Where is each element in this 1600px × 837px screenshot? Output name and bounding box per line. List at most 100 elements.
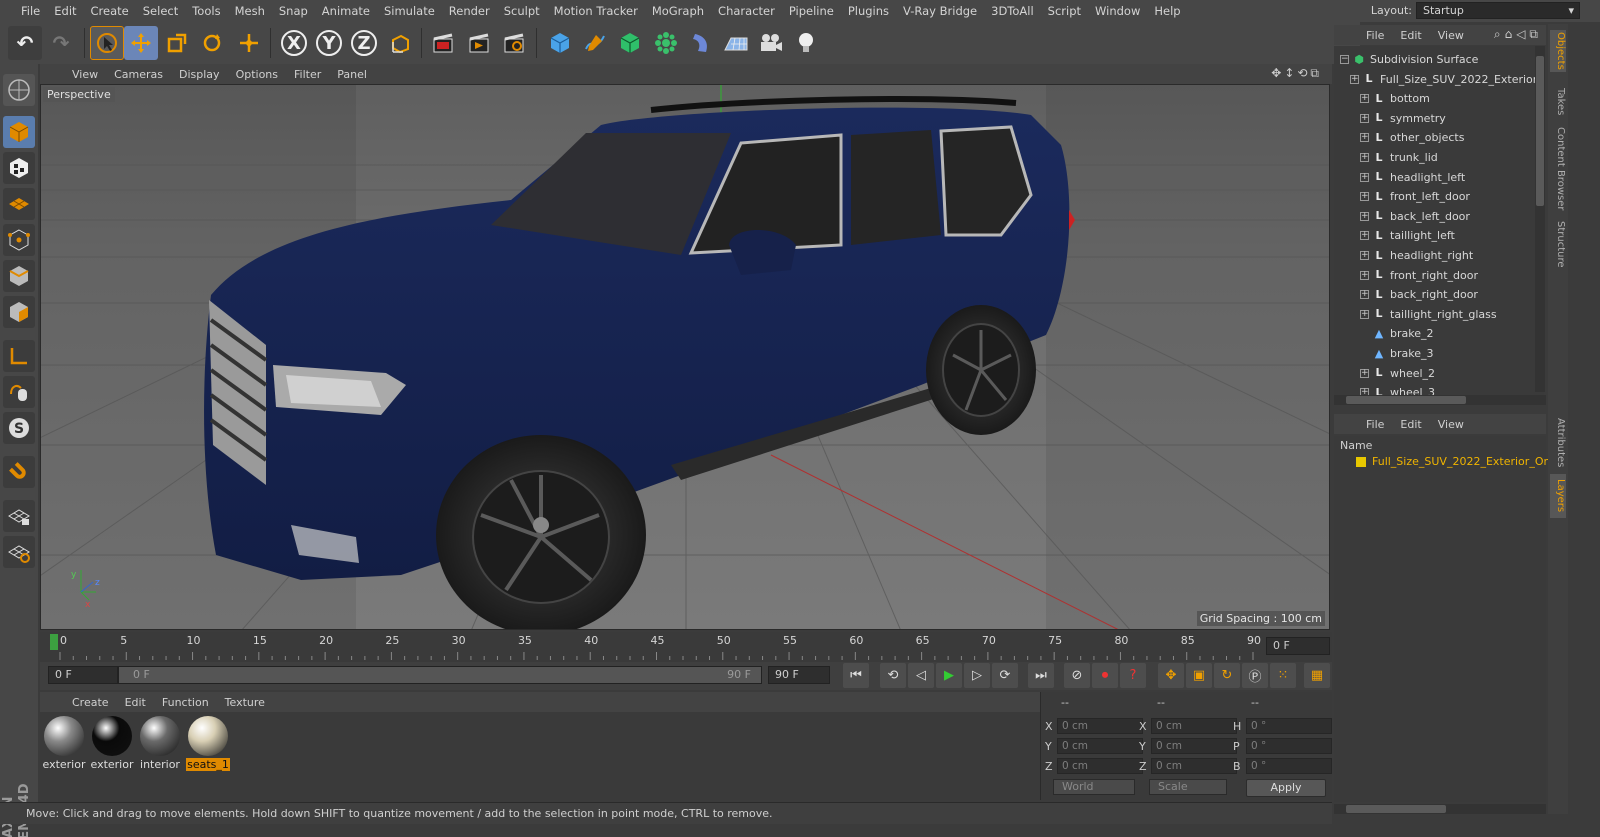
material-swatch[interactable]: seats_1 bbox=[186, 714, 230, 772]
camera-icon[interactable] bbox=[754, 26, 788, 60]
start-frame-field[interactable]: 0 F bbox=[48, 666, 118, 684]
object-tree-item[interactable]: + Ltaillight_left bbox=[1360, 226, 1455, 245]
locked-workplane-icon[interactable] bbox=[3, 500, 35, 532]
coordinate-system-icon[interactable] bbox=[383, 26, 417, 60]
coordinate-mode-dropdown[interactable]: World bbox=[1053, 779, 1135, 795]
material-swatch[interactable]: exterior bbox=[90, 714, 134, 772]
rotate-icon[interactable] bbox=[195, 26, 229, 60]
timeline[interactable]: 0 5 10 15 20 25 30 35 40 45 50 55 60 65 70 75 80 85 90 0 F bbox=[40, 632, 1332, 662]
coordinate-size-mode-dropdown[interactable]: Scale bbox=[1149, 779, 1227, 795]
coord-value-field[interactable]: 0 cm bbox=[1151, 758, 1237, 774]
render-view-icon[interactable] bbox=[426, 26, 460, 60]
tweak-mode-icon[interactable] bbox=[3, 376, 35, 408]
render-to-picture-viewer-icon[interactable] bbox=[462, 26, 496, 60]
tab-content-browser[interactable]: Content Browser bbox=[1550, 126, 1566, 212]
menu-v-ray-bridge[interactable]: V-Ray Bridge bbox=[896, 4, 984, 18]
frame-range-slider[interactable]: 0 F 90 F bbox=[118, 666, 762, 684]
key-rotation-icon[interactable]: ↻ bbox=[1214, 663, 1240, 688]
menu-file[interactable]: File bbox=[14, 4, 47, 18]
points-mode-icon[interactable] bbox=[3, 224, 35, 256]
coord-value-field[interactable]: 0 cm bbox=[1057, 758, 1143, 774]
menu-simulate[interactable]: Simulate bbox=[377, 4, 442, 18]
object-tree-item[interactable]: + L Full_Size_SUV_2022_Exterior_C bbox=[1350, 70, 1544, 89]
apply-button[interactable]: Apply bbox=[1246, 779, 1326, 797]
cloner-icon[interactable] bbox=[649, 26, 683, 60]
layer-row[interactable]: Full_Size_SUV_2022_Exterior_Only bbox=[1356, 455, 1560, 468]
expand-toggle-icon[interactable]: + bbox=[1350, 74, 1359, 84]
playhead-marker[interactable] bbox=[50, 634, 58, 650]
z-axis-lock-button[interactable]: Z bbox=[347, 26, 381, 60]
expand-toggle-icon[interactable]: + bbox=[1360, 192, 1369, 202]
key-scale-icon[interactable]: ▣ bbox=[1186, 663, 1212, 688]
tab-attributes[interactable]: Attributes bbox=[1550, 416, 1566, 470]
current-frame-field[interactable]: 0 F bbox=[1266, 637, 1330, 655]
object-tree-item[interactable]: + Lwheel_2 bbox=[1360, 364, 1435, 383]
go-to-start-icon[interactable]: ⏮ bbox=[843, 663, 869, 688]
next-key-icon[interactable]: ⟳ bbox=[992, 663, 1018, 688]
object-tree-item[interactable]: + Lfront_right_door bbox=[1360, 266, 1478, 285]
menu-3dtoall[interactable]: 3DToAll bbox=[984, 4, 1041, 18]
previous-frame-icon[interactable]: ◁ bbox=[908, 663, 934, 688]
object-tree-item[interactable]: + Lsymmetry bbox=[1360, 109, 1446, 128]
viewport-menu-cameras[interactable]: Cameras bbox=[106, 68, 171, 81]
expand-toggle-icon[interactable]: + bbox=[1360, 270, 1369, 280]
viewport-menu-panel[interactable]: Panel bbox=[329, 68, 375, 81]
tab-structure[interactable]: Structure bbox=[1550, 218, 1566, 270]
expand-toggle-icon[interactable]: + bbox=[1360, 309, 1369, 319]
object-tree-item[interactable]: + Ltrunk_lid bbox=[1360, 148, 1438, 167]
object-tree-item[interactable]: ▲ brake_2 bbox=[1360, 324, 1434, 343]
layer-menu-view[interactable]: View bbox=[1430, 418, 1472, 431]
select-arrow-icon[interactable] bbox=[90, 26, 124, 60]
coord-value-field[interactable]: 0 ° bbox=[1246, 718, 1332, 734]
x-axis-lock-button[interactable]: X bbox=[277, 26, 311, 60]
next-frame-icon[interactable]: ▷ bbox=[964, 663, 990, 688]
make-editable-icon[interactable] bbox=[3, 74, 35, 106]
layer-manager-horizontal-scrollbar[interactable] bbox=[1334, 804, 1546, 814]
menu-character[interactable]: Character bbox=[711, 4, 782, 18]
axis-mode-icon[interactable] bbox=[3, 340, 35, 372]
object-tree-item[interactable]: + Ltaillight_right_glass bbox=[1360, 305, 1497, 324]
tab-objects[interactable]: Objects bbox=[1550, 30, 1566, 72]
object-menu-edit[interactable]: Edit bbox=[1392, 29, 1429, 42]
expand-toggle-icon[interactable]: + bbox=[1360, 211, 1369, 221]
key-parameter-icon[interactable]: Ⓟ bbox=[1242, 663, 1268, 688]
cube-primitive-icon[interactable] bbox=[543, 26, 577, 60]
subdivision-surface-icon[interactable] bbox=[613, 26, 647, 60]
object-menu-view[interactable]: View bbox=[1430, 29, 1472, 42]
coord-value-field[interactable]: 0 cm bbox=[1151, 718, 1237, 734]
floor-icon[interactable] bbox=[719, 26, 753, 60]
material-menu-edit[interactable]: Edit bbox=[117, 696, 154, 709]
model-mode-icon[interactable] bbox=[3, 116, 35, 148]
menu-mesh[interactable]: Mesh bbox=[228, 4, 272, 18]
expand-toggle-icon[interactable]: + bbox=[1360, 94, 1369, 104]
object-tree-item[interactable]: − ⬢ Subdivision Surface bbox=[1340, 50, 1478, 69]
magnet-icon[interactable] bbox=[3, 456, 35, 488]
coord-value-field[interactable]: 0 ° bbox=[1246, 738, 1332, 754]
object-menu-file[interactable]: File bbox=[1358, 29, 1392, 42]
object-tree-item[interactable]: + Lback_right_door bbox=[1360, 285, 1478, 304]
polygons-mode-icon[interactable] bbox=[3, 296, 35, 328]
live-selection-icon[interactable] bbox=[232, 26, 266, 60]
y-axis-lock-button[interactable]: Y bbox=[312, 26, 346, 60]
expand-toggle-icon[interactable]: + bbox=[1360, 290, 1369, 300]
go-to-end-icon[interactable]: ⏭ bbox=[1028, 663, 1054, 688]
object-tree-item[interactable]: + Lother_objects bbox=[1360, 128, 1464, 147]
layer-color-swatch[interactable] bbox=[1356, 456, 1366, 467]
material-swatch[interactable]: exterior bbox=[42, 714, 86, 772]
menu-create[interactable]: Create bbox=[84, 4, 136, 18]
object-tree-item[interactable]: + Lheadlight_right bbox=[1360, 246, 1473, 265]
menu-window[interactable]: Window bbox=[1088, 4, 1147, 18]
expand-toggle-icon[interactable]: + bbox=[1360, 172, 1369, 182]
menu-plugins[interactable]: Plugins bbox=[841, 4, 896, 18]
viewport-menu-options[interactable]: Options bbox=[228, 68, 286, 81]
texture-mode-icon[interactable] bbox=[3, 152, 35, 184]
menu-mograph[interactable]: MoGraph bbox=[645, 4, 711, 18]
object-tree-item[interactable]: + Lheadlight_left bbox=[1360, 168, 1465, 187]
expand-toggle-icon[interactable]: + bbox=[1360, 368, 1369, 378]
layout-select[interactable]: Startup bbox=[1416, 2, 1580, 19]
edges-mode-icon[interactable] bbox=[3, 260, 35, 292]
record-keys-icon[interactable]: ⊘ bbox=[1064, 663, 1090, 688]
object-tree-horizontal-scrollbar[interactable] bbox=[1334, 395, 1546, 405]
menu-help[interactable]: Help bbox=[1147, 4, 1187, 18]
play-icon[interactable]: ▶ bbox=[936, 663, 962, 688]
